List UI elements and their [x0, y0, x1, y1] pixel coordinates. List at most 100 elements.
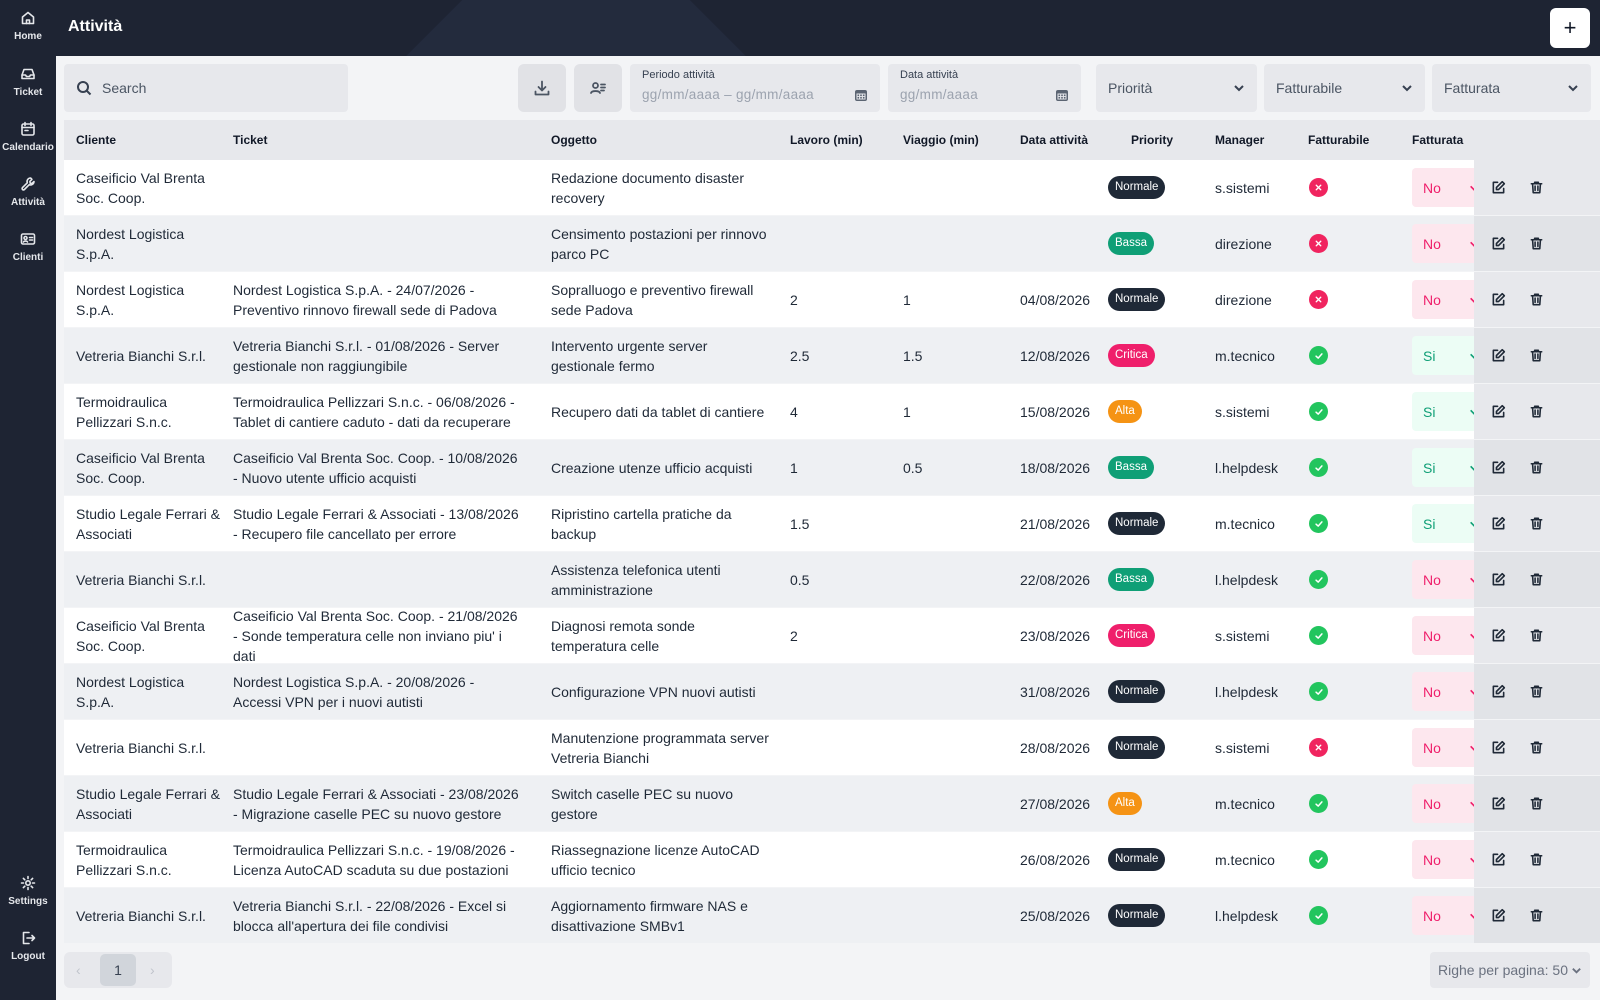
sidebar-item-settings[interactable]: Settings	[0, 875, 56, 927]
edit-button[interactable]	[1488, 626, 1508, 646]
cell-cliente-text: Caseificio Val Brenta Soc. Coop.	[76, 169, 205, 206]
edit-button[interactable]	[1488, 570, 1508, 590]
contacts-filter-button[interactable]	[574, 64, 622, 112]
table-row[interactable]: Termoidraulica Pellizzari S.n.c. Termoidr…	[64, 832, 1600, 887]
cell-data: 12/08/2026	[1020, 328, 1120, 383]
cell-manager-text: l.helpdesk	[1215, 459, 1279, 476]
column-header-data[interactable]: Data attività	[1020, 133, 1088, 147]
edit-button[interactable]	[1488, 682, 1508, 702]
column-header-priority[interactable]: Priority	[1131, 133, 1173, 147]
calendar-icon	[21, 121, 35, 136]
delete-button[interactable]	[1526, 738, 1546, 758]
cell-manager: m.tecnico	[1215, 832, 1305, 887]
cell-cliente: Vetreria Bianchi S.r.l.	[76, 328, 221, 383]
edit-button[interactable]	[1488, 738, 1508, 758]
calendar-icon[interactable]	[854, 88, 868, 102]
delete-button[interactable]	[1526, 458, 1546, 478]
cell-manager-text: l.helpdesk	[1215, 907, 1279, 924]
chevron-down-icon	[1402, 85, 1412, 92]
page-button-current[interactable]: 1	[100, 954, 136, 986]
cell-ticket: Studio Legale Ferrari & Associati - 23/0…	[233, 776, 525, 831]
table-row[interactable]: Nordest Logistica S.p.A. Nordest Logistic…	[64, 664, 1600, 719]
column-header-manager[interactable]: Manager	[1215, 133, 1264, 147]
edit-button[interactable]	[1488, 514, 1508, 534]
delete-button[interactable]	[1526, 234, 1546, 254]
delete-button[interactable]	[1526, 290, 1546, 310]
row-actions	[1474, 496, 1600, 551]
fatturabile-select[interactable]: Fatturabile	[1264, 64, 1425, 112]
table-row[interactable]: Nordest Logistica S.p.A. Nordest Logistic…	[64, 272, 1600, 327]
column-header-fatturabile[interactable]: Fatturabile	[1308, 133, 1369, 147]
row-actions	[1474, 720, 1600, 775]
edit-button[interactable]	[1488, 906, 1508, 926]
edit-button[interactable]	[1488, 458, 1508, 478]
edit-button[interactable]	[1488, 794, 1508, 814]
inbox-icon	[21, 68, 35, 80]
edit-button[interactable]	[1488, 234, 1508, 254]
sidebar-item-logout[interactable]: Logout	[0, 930, 56, 982]
delete-button[interactable]	[1526, 850, 1546, 870]
rows-per-page-label: Righe per pagina: 50	[1438, 962, 1568, 978]
cell-oggetto-text: Intervento urgente server gestionale fer…	[551, 337, 708, 374]
table-row[interactable]: Caseificio Val Brenta Soc. Coop. Redazion…	[64, 160, 1600, 215]
cell-cliente: Caseificio Val Brenta Soc. Coop.	[76, 160, 221, 215]
periodo-attivita-field[interactable]: Periodo attività gg/mm/aaaa – gg/mm/aaaa	[630, 64, 880, 112]
search-input[interactable]	[102, 80, 332, 96]
fatturata-row-value: No	[1423, 795, 1441, 812]
table-row[interactable]: Vetreria Bianchi S.r.l. Vetreria Bianchi …	[64, 328, 1600, 383]
cell-viaggio-text: 0.5	[903, 459, 923, 476]
delete-button[interactable]	[1526, 682, 1546, 702]
delete-button[interactable]	[1526, 402, 1546, 422]
table-row[interactable]: Studio Legale Ferrari & Associati Studio …	[64, 496, 1600, 551]
delete-button[interactable]	[1526, 514, 1546, 534]
sidebar-item-ticket[interactable]: Ticket	[0, 66, 56, 118]
sidebar-item-calendario[interactable]: Calendario	[0, 121, 56, 173]
column-header-ticket[interactable]: Ticket	[233, 133, 267, 147]
priorita-select[interactable]: Priorità	[1096, 64, 1257, 112]
prev-page-button[interactable]: ‹	[76, 962, 81, 978]
column-header-cliente[interactable]: Cliente	[76, 133, 116, 147]
rows-per-page-select[interactable]: Righe per pagina: 50	[1430, 952, 1590, 988]
gear-icon	[20, 875, 36, 891]
sidebar-item-home[interactable]: Home	[0, 10, 56, 62]
priority-badge: Bassa	[1108, 232, 1154, 255]
fatturata-select[interactable]: Fatturata	[1432, 64, 1591, 112]
delete-button[interactable]	[1526, 906, 1546, 926]
cross-icon	[1309, 738, 1328, 757]
add-button[interactable]: +	[1550, 8, 1590, 48]
edit-icon	[1492, 516, 1505, 530]
cell-ticket: Nordest Logistica S.p.A. - 20/08/2026 - …	[233, 664, 525, 719]
column-header-viaggio[interactable]: Viaggio (min)	[903, 133, 979, 147]
table-row[interactable]: Studio Legale Ferrari & Associati Studio …	[64, 776, 1600, 831]
download-button[interactable]	[518, 64, 566, 112]
table-row[interactable]: Caseificio Val Brenta Soc. Coop. Caseific…	[64, 608, 1600, 664]
data-attivita-field[interactable]: Data attività gg/mm/aaaa	[888, 64, 1081, 112]
table-row[interactable]: Termoidraulica Pellizzari S.n.c. Termoidr…	[64, 384, 1600, 439]
edit-button[interactable]	[1488, 178, 1508, 198]
sidebar-item-label: Settings	[8, 896, 48, 907]
delete-button[interactable]	[1526, 626, 1546, 646]
table-row[interactable]: Vetreria Bianchi S.r.l. Assistenza telefo…	[64, 552, 1600, 607]
column-header-lavoro[interactable]: Lavoro (min)	[790, 133, 863, 147]
next-page-button[interactable]: ›	[150, 962, 155, 978]
delete-button[interactable]	[1526, 570, 1546, 590]
table-row[interactable]: Vetreria Bianchi S.r.l. Manutenzione prog…	[64, 720, 1600, 775]
cell-viaggio: 1.5	[903, 328, 1003, 383]
search-box[interactable]	[64, 64, 348, 112]
delete-button[interactable]	[1526, 178, 1546, 198]
sidebar-item-attivita[interactable]: Attività	[0, 176, 56, 228]
calendar-icon[interactable]	[1055, 88, 1069, 102]
cell-oggetto-text: Switch caselle PEC su nuovo gestore	[551, 785, 734, 822]
delete-button[interactable]	[1526, 794, 1546, 814]
edit-button[interactable]	[1488, 290, 1508, 310]
column-header-oggetto[interactable]: Oggetto	[551, 133, 597, 147]
table-row[interactable]: Vetreria Bianchi S.r.l. Vetreria Bianchi …	[64, 888, 1600, 943]
table-row[interactable]: Nordest Logistica S.p.A. Censimento posta…	[64, 216, 1600, 271]
delete-button[interactable]	[1526, 346, 1546, 366]
edit-button[interactable]	[1488, 850, 1508, 870]
edit-button[interactable]	[1488, 402, 1508, 422]
column-header-fatturata[interactable]: Fatturata	[1412, 133, 1463, 147]
table-row[interactable]: Caseificio Val Brenta Soc. Coop. Caseific…	[64, 440, 1600, 495]
edit-button[interactable]	[1488, 346, 1508, 366]
sidebar-item-clienti[interactable]: Clienti	[0, 231, 56, 283]
